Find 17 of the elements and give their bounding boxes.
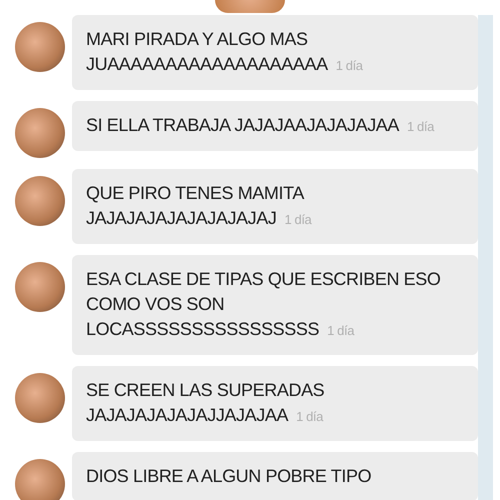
avatar bbox=[15, 176, 65, 226]
timestamp: 1 día bbox=[296, 409, 323, 424]
timestamp: 1 día bbox=[327, 323, 354, 338]
message-text: SI ELLA TRABAJA JAJAJAAJAJAJAJAA 1 día bbox=[86, 114, 436, 137]
avatar bbox=[15, 262, 65, 312]
avatar bbox=[15, 459, 65, 500]
timestamp: 1 día bbox=[407, 119, 434, 134]
timestamp: 1 día bbox=[336, 58, 363, 73]
message-text: QUE PIRO TENES MAMITA JAJAJAJAJAJAJAJAJAJ 1 día bbox=[86, 182, 313, 230]
message-text: ESA CLASE DE TIPAS QUE ESCRIBEN ESO COMO VOS SON LOCASSSSSSSSSSSSSSSS 1 día bbox=[86, 268, 442, 341]
message-text: DIOS LIBRE A ALGUN POBRE TIPO bbox=[86, 465, 372, 488]
avatar bbox=[15, 373, 65, 423]
avatar bbox=[15, 22, 65, 72]
message-text: SE CREEN LAS SUPERADAS JAJAJAJAJAJAJJAJAJAA 1 día bbox=[86, 379, 326, 427]
timestamp: 1 día bbox=[284, 212, 312, 227]
avatar bbox=[15, 108, 65, 158]
message-text: MARI PIRADA Y ALGO MAS JUAAAAAAAAAAAAAAAAAAA 1 día bbox=[86, 28, 364, 76]
